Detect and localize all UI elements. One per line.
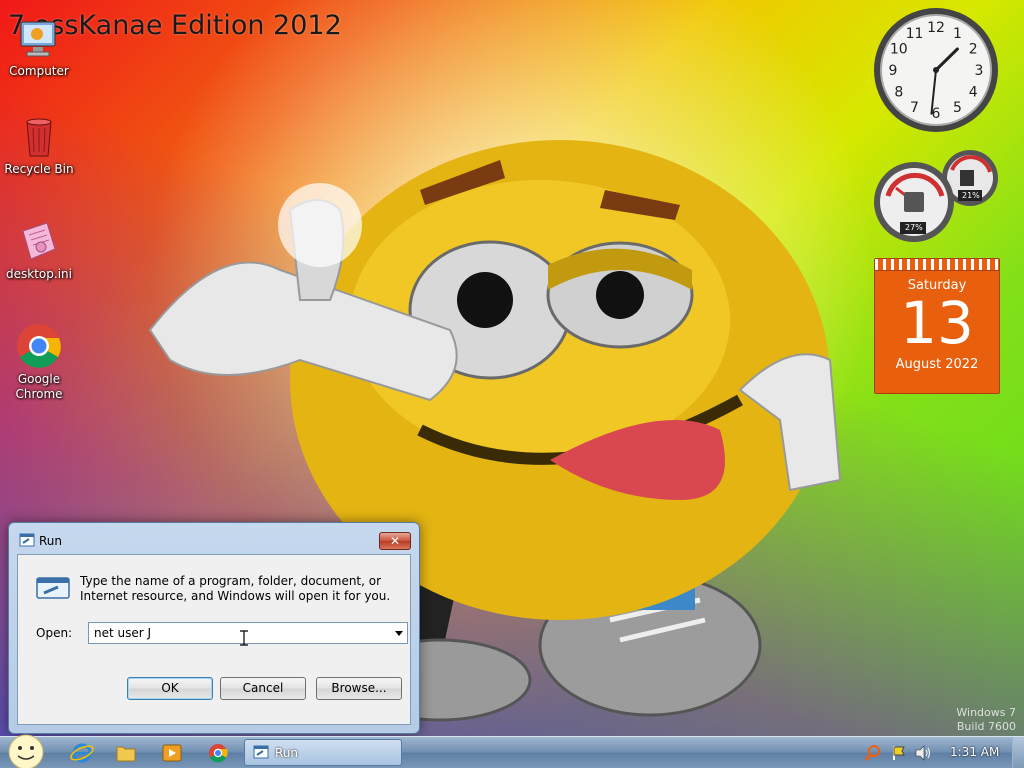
chrome-icon (209, 744, 228, 763)
start-button[interactable] (6, 733, 46, 768)
calendar-day: 13 (900, 289, 974, 357)
close-button[interactable]: ✕ (379, 532, 411, 550)
open-label: Open: (36, 626, 73, 640)
desktop-icon-computer[interactable]: Computer (1, 14, 77, 79)
run-program-icon (36, 577, 70, 602)
analog-clock-icon: 12 1234567891011 (874, 8, 998, 132)
run-dialog: Run ✕ Type the name of a program, folder… (8, 522, 420, 734)
run-dialog-title: Run (39, 534, 63, 548)
run-icon (253, 745, 269, 762)
recycle-bin-icon (15, 112, 63, 160)
computer-icon (15, 14, 63, 62)
volume-icon[interactable] (914, 745, 932, 764)
cpu-meter-icon (874, 150, 998, 242)
taskbar-media-player-button[interactable] (160, 741, 186, 765)
watermark-line-2: Build 7600 (956, 720, 1016, 733)
chevron-down-icon[interactable] (395, 631, 403, 636)
tray-search-icon[interactable] (864, 744, 882, 765)
taskbar-ie-button[interactable] (70, 741, 96, 765)
clock-numeral: 8 (894, 85, 903, 101)
build-watermark: Windows 7 Build 7600 (956, 706, 1016, 734)
desktop-icon-recycle-bin[interactable]: Recycle Bin (1, 112, 77, 177)
folder-icon (116, 746, 136, 762)
run-dialog-button-bar: OK Cancel Browse... (18, 666, 410, 724)
clock-numeral: 3 (975, 63, 984, 79)
smiley-start-icon (8, 734, 44, 768)
chrome-icon (15, 322, 63, 370)
calendar-gadget[interactable]: Saturday 13 August 2022 (874, 258, 1000, 394)
media-player-icon (162, 744, 182, 762)
clock-numeral: 12 (927, 20, 945, 36)
taskbar-explorer-button[interactable] (114, 741, 140, 765)
clock-numeral: 7 (910, 100, 919, 116)
browse-button[interactable]: Browse... (316, 677, 402, 700)
calendar-month-year: August 2022 (895, 357, 979, 372)
taskbar: Run 1:31 AM (0, 733, 1024, 768)
ok-button[interactable]: OK (127, 677, 213, 700)
clock-numeral: 5 (953, 100, 962, 116)
cancel-button[interactable]: Cancel (220, 677, 306, 700)
watermark-line-1: Windows 7 (956, 706, 1016, 719)
internet-explorer-icon (70, 743, 94, 763)
show-desktop-button[interactable] (1012, 737, 1024, 768)
ibeam-cursor-icon (240, 630, 248, 646)
desktop-icon-label: Google Chrome (15, 372, 63, 401)
run-dialog-message: Type the name of a program, folder, docu… (80, 574, 391, 603)
tray-action-center-icon[interactable] (890, 744, 908, 765)
desktop-icon-label: desktop.ini (6, 267, 72, 281)
run-dialog-titlebar[interactable]: Run ✕ (9, 523, 419, 553)
open-input[interactable]: net user J (94, 626, 151, 640)
desktop-icon-desktop-ini[interactable]: desktop.ini (1, 217, 77, 282)
clock-numeral: 4 (969, 85, 978, 101)
run-icon (19, 533, 35, 550)
taskbar-chrome-button[interactable] (206, 741, 232, 765)
desktop-icon-label: Recycle Bin (4, 162, 74, 176)
desktop-icon-google-chrome[interactable]: Google Chrome (1, 322, 77, 402)
run-dialog-body: Type the name of a program, folder, docu… (17, 554, 411, 725)
close-icon: ✕ (389, 534, 401, 548)
desktop-icon-label: Computer (9, 64, 69, 78)
taskbar-run-label: Run (275, 746, 299, 760)
taskbar-clock[interactable]: 1:31 AM (950, 745, 999, 759)
clock-numeral: 1 (953, 26, 962, 42)
cpu-meter-gadget[interactable]: 27% 21% (872, 148, 1002, 244)
clock-numeral: 2 (969, 42, 978, 58)
calendar-rings (875, 259, 999, 271)
clock-numeral: 10 (890, 42, 908, 58)
clock-numeral: 11 (906, 26, 924, 42)
settings-file-icon (15, 217, 63, 265)
clock-gadget[interactable]: 12 1 2 3 4 5 6 7 8 9 10 11 (872, 6, 1000, 134)
clock-numeral: 9 (889, 63, 898, 79)
memory-percent: 21% (962, 191, 980, 200)
taskbar-run-window-button[interactable]: Run (244, 739, 402, 766)
cpu-percent: 27% (905, 223, 923, 232)
